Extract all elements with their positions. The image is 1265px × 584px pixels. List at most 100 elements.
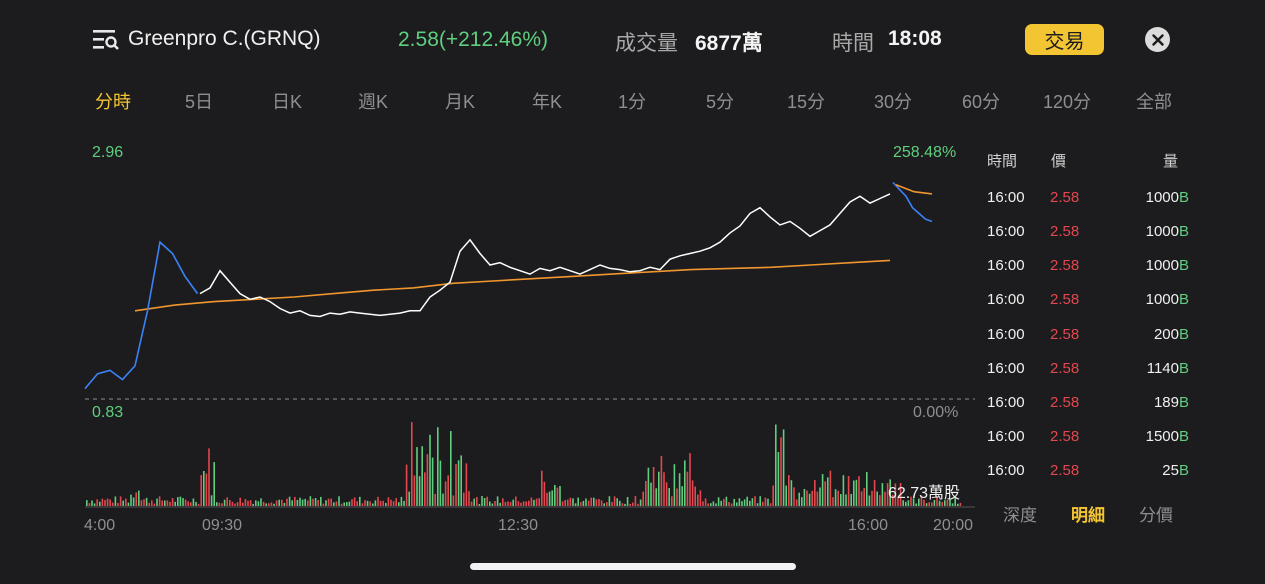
volume-bar — [177, 497, 179, 506]
home-indicator[interactable] — [470, 563, 796, 570]
volume-bar — [392, 501, 395, 506]
volume-bar — [925, 503, 928, 506]
volume-bar — [213, 462, 215, 506]
volume-bar — [777, 452, 780, 506]
volume-bar — [496, 496, 499, 506]
volume-bar — [229, 500, 231, 506]
volume-bar — [749, 500, 751, 506]
volume-bar — [608, 496, 611, 506]
volume-bar — [842, 475, 845, 506]
y-low-label: 0.83 — [92, 404, 124, 421]
volume-bar — [130, 494, 132, 506]
volume-bar — [840, 494, 842, 506]
volume-bar — [88, 503, 91, 506]
volume-bar — [114, 496, 117, 506]
volume-bar — [879, 495, 881, 506]
volume-bar — [231, 501, 234, 506]
volume-bar — [509, 501, 512, 506]
volume-bar — [164, 500, 166, 506]
volume-bar — [156, 498, 158, 506]
trade-row: 16:00 2.58 1500B — [987, 428, 1189, 445]
volume-bar — [301, 499, 304, 506]
volume-bar — [663, 472, 665, 506]
trade-row: 16:00 2.58 1000B — [987, 291, 1189, 308]
volume-bar — [884, 491, 886, 506]
volume-bar — [754, 496, 756, 506]
volume-bar — [699, 490, 702, 506]
trade-row: 16:00 2.58 200B — [987, 326, 1189, 343]
volume-bar — [632, 502, 634, 506]
trade-row: 16:00 2.58 1140B — [987, 360, 1189, 377]
volume-bar — [312, 498, 314, 506]
volume-bar — [283, 503, 286, 506]
volume-bar — [86, 500, 88, 506]
volume-bar — [863, 488, 865, 506]
volume-bar — [858, 476, 860, 506]
volume-bar — [317, 500, 319, 506]
volume-bar — [408, 491, 410, 506]
volume-bar — [845, 494, 847, 506]
volume-bar — [738, 498, 741, 506]
volume-bar — [681, 486, 683, 506]
volume-bar — [353, 497, 356, 506]
volume-bar — [203, 471, 205, 506]
volume-bar — [192, 498, 195, 506]
volume-bar — [655, 488, 657, 506]
close-button[interactable] — [1145, 27, 1170, 52]
volume-bar — [242, 502, 244, 506]
volume-bar — [273, 503, 275, 506]
volume-bar — [746, 496, 748, 506]
tab-detail[interactable]: 明細 — [1071, 501, 1105, 526]
volume-bar — [832, 497, 834, 506]
volume-bar — [182, 498, 184, 506]
volume-bar — [291, 500, 293, 506]
volume-bar — [190, 502, 192, 506]
volume-bar — [847, 476, 850, 506]
volume-bar — [431, 457, 434, 506]
volume-bar — [260, 498, 262, 506]
tab-depth[interactable]: 深度 — [1003, 501, 1037, 526]
volume-bar — [179, 496, 182, 506]
volume-bar — [377, 496, 379, 506]
volume-bar — [821, 474, 824, 506]
volume-bar — [411, 422, 413, 506]
trade-button[interactable]: 交易 — [1025, 24, 1104, 55]
volume-bar — [187, 501, 189, 506]
pct-high-label: 258.48% — [893, 144, 957, 161]
volume-bar — [468, 491, 470, 506]
volume-bar — [559, 486, 561, 506]
volume-bar — [520, 502, 522, 506]
volume-bar — [382, 500, 384, 506]
tab-all[interactable]: 全部 — [1136, 88, 1172, 114]
volume-bar — [106, 498, 109, 506]
volume-bar — [127, 502, 130, 506]
volume-bar — [489, 501, 491, 506]
volume-bar — [603, 503, 605, 506]
volume-bar — [795, 499, 798, 506]
volume-bar — [119, 496, 122, 506]
volume-bar — [278, 499, 280, 506]
volume-bar — [236, 502, 239, 506]
volume-bar — [515, 496, 517, 506]
volume-bar — [730, 503, 733, 506]
volume-bar — [369, 501, 371, 506]
volume-bar — [850, 494, 852, 506]
tab-price-dist[interactable]: 分價 — [1139, 501, 1173, 526]
volume-bar — [416, 447, 418, 506]
volume-bar — [343, 502, 345, 506]
volume-bar — [824, 481, 826, 506]
volume-bar — [881, 483, 884, 506]
volume-bar — [299, 497, 301, 506]
volume-bar — [665, 482, 668, 506]
volume-bar — [535, 498, 538, 506]
volume-bar — [507, 501, 509, 506]
price-chart[interactable] — [0, 0, 980, 584]
volume-bar — [530, 497, 533, 506]
volume-bar — [499, 502, 501, 506]
volume-bar — [169, 501, 171, 506]
volume-bar — [208, 448, 210, 506]
volume-bar — [322, 503, 325, 506]
volume-bar — [769, 503, 772, 506]
volume-bar — [873, 480, 876, 506]
tab-120min[interactable]: 120分 — [1043, 88, 1091, 114]
